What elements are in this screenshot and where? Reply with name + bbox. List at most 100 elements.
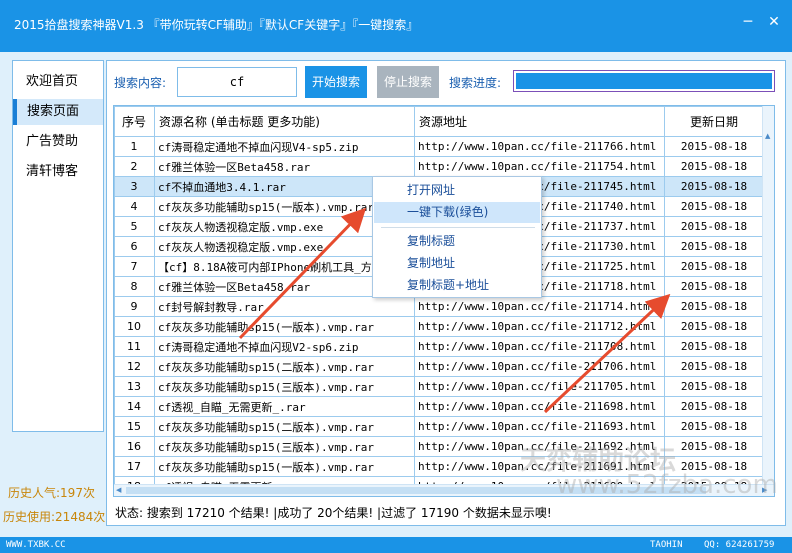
scroll-up-icon[interactable]: ▲ — [765, 132, 770, 140]
popularity-counter: 历史人气:197次 — [8, 486, 95, 500]
cell-index[interactable]: 14 — [114, 396, 155, 417]
cell-date[interactable]: 2015-08-18 — [664, 256, 765, 277]
sidebar-item-ads[interactable]: 广告赞助 — [13, 129, 103, 155]
cell-date[interactable]: 2015-08-18 — [664, 176, 765, 197]
start-search-button[interactable]: 开始搜索 — [305, 66, 367, 98]
cell-date[interactable]: 2015-08-18 — [664, 276, 765, 297]
table-row[interactable]: 13 cf灰灰多功能辅助sp15(三版本).vmp.rar http://www.1… — [114, 376, 765, 397]
column-header-index[interactable]: 序号 — [114, 106, 155, 137]
results-table: 序号 资源名称 (单击标题 更多功能) 资源地址 更新日期 1 cf涛哥稳定通地不… — [113, 105, 775, 497]
cell-name[interactable]: cf封号解封教导.rar — [154, 296, 415, 317]
close-button[interactable]: ✕ — [764, 12, 784, 32]
table-row[interactable]: 10 cf灰灰多功能辅助sp15(一版本).vmp.rar http://www.1… — [114, 316, 765, 337]
cell-name[interactable]: cf灰灰多功能辅助sp15(一版本).vmp.rar — [154, 316, 415, 337]
cell-index[interactable]: 6 — [114, 236, 155, 257]
menu-item-copy-url[interactable]: 复制地址 — [374, 253, 540, 274]
column-header-date[interactable]: 更新日期 — [664, 106, 765, 137]
cell-date[interactable]: 2015-08-18 — [664, 436, 765, 457]
search-label: 搜索内容: — [114, 76, 167, 90]
column-header-url[interactable]: 资源地址 — [414, 106, 665, 137]
sidebar: 欢迎首页 搜索页面 广告赞助 清轩博客 — [12, 60, 104, 432]
cell-date[interactable]: 2015-08-18 — [664, 136, 765, 157]
cell-name[interactable]: cf灰灰多功能辅助sp15(二版本).vmp.rar — [154, 356, 415, 377]
cell-index[interactable]: 12 — [114, 356, 155, 377]
cell-index[interactable]: 17 — [114, 456, 155, 477]
table-row[interactable]: 2 cf雅兰体验一区Beta458.rar http://www.10pan.cc/… — [114, 156, 765, 177]
cell-date[interactable]: 2015-08-18 — [664, 396, 765, 417]
cell-url[interactable]: http://www.10pan.cc/file-211693.html — [414, 416, 665, 437]
cell-date[interactable]: 2015-08-18 — [664, 196, 765, 217]
menu-item-copy-title-and-url[interactable]: 复制标题+地址 — [374, 275, 540, 296]
cell-name[interactable]: cf涛哥稳定通地不掉血闪现V2-sp6.zip — [154, 336, 415, 357]
cell-index[interactable]: 1 — [114, 136, 155, 157]
menu-item-copy-title[interactable]: 复制标题 — [374, 231, 540, 252]
search-input[interactable] — [177, 67, 297, 97]
cell-index[interactable]: 13 — [114, 376, 155, 397]
window-title: 2015拾盘搜索神器V1.3 『带你玩转CF辅助』『默认CF关键字』『一键搜索』 — [14, 18, 419, 32]
progress-fill — [516, 73, 772, 89]
cell-index[interactable]: 5 — [114, 216, 155, 237]
cell-url[interactable]: http://www.10pan.cc/file-211712.html — [414, 316, 665, 337]
cell-index[interactable]: 4 — [114, 196, 155, 217]
sidebar-item-home[interactable]: 欢迎首页 — [13, 69, 103, 95]
cell-index[interactable]: 10 — [114, 316, 155, 337]
table-row[interactable]: 9 cf封号解封教导.rar http://www.10pan.cc/file-21… — [114, 296, 765, 317]
cell-date[interactable]: 2015-08-18 — [664, 356, 765, 377]
footer-bar: WWW.TXBK.CC TAOHIN QQ: 624261759 — [0, 537, 792, 553]
cell-name[interactable]: cf透视_自瞄_无需更新_.rar — [154, 396, 415, 417]
footer-site: WWW.TXBK.CC — [6, 540, 66, 550]
cell-name[interactable]: cf雅兰体验一区Beta458.rar — [154, 156, 415, 177]
cell-name[interactable]: cf涛哥稳定通地不掉血闪现V4-sp5.zip — [154, 136, 415, 157]
cell-index[interactable]: 2 — [114, 156, 155, 177]
menu-separator — [381, 227, 535, 228]
cell-url[interactable]: http://www.10pan.cc/file-211706.html — [414, 356, 665, 377]
cell-url[interactable]: http://www.10pan.cc/file-211705.html — [414, 376, 665, 397]
cell-name[interactable]: cf灰灰多功能辅助sp15(三版本).vmp.rar — [154, 376, 415, 397]
cell-index[interactable]: 11 — [114, 336, 155, 357]
cell-date[interactable]: 2015-08-18 — [664, 336, 765, 357]
minimize-button[interactable]: ─ — [738, 12, 758, 32]
footer-qq: QQ: 624261759 — [704, 540, 775, 550]
cell-url[interactable]: http://www.10pan.cc/file-211714.html — [414, 296, 665, 317]
sidebar-item-search[interactable]: 搜索页面 — [13, 99, 103, 125]
table-row[interactable]: 15 cf灰灰多功能辅助sp15(二版本).vmp.rar http://www.1… — [114, 416, 765, 437]
cell-url[interactable]: http://www.10pan.cc/file-211708.html — [414, 336, 665, 357]
cell-index[interactable]: 7 — [114, 256, 155, 277]
table-row[interactable]: 1 cf涛哥稳定通地不掉血闪现V4-sp5.zip http://www.10pan… — [114, 136, 765, 157]
cell-name[interactable]: cf灰灰多功能辅助sp15(三版本).vmp.rar — [154, 436, 415, 457]
cell-index[interactable]: 16 — [114, 436, 155, 457]
cell-name[interactable]: cf灰灰多功能辅助sp15(二版本).vmp.rar — [154, 416, 415, 437]
cell-index[interactable]: 8 — [114, 276, 155, 297]
cell-url[interactable]: http://www.10pan.cc/file-211766.html — [414, 136, 665, 157]
menu-item-open-url[interactable]: 打开网址 — [374, 180, 540, 201]
cell-index[interactable]: 9 — [114, 296, 155, 317]
cell-date[interactable]: 2015-08-18 — [664, 376, 765, 397]
column-header-name[interactable]: 资源名称 (单击标题 更多功能) — [154, 106, 415, 137]
cell-index[interactable]: 15 — [114, 416, 155, 437]
cell-url[interactable]: http://www.10pan.cc/file-211698.html — [414, 396, 665, 417]
cell-date[interactable]: 2015-08-18 — [664, 216, 765, 237]
context-menu: 打开网址 一键下载(绿色) 复制标题 复制地址 复制标题+地址 — [372, 176, 542, 298]
table-row[interactable]: 14 cf透视_自瞄_无需更新_.rar http://www.10pan.cc/f… — [114, 396, 765, 417]
watermark-url: www.52fzba.com — [556, 470, 778, 500]
cell-url[interactable]: http://www.10pan.cc/file-211754.html — [414, 156, 665, 177]
cell-date[interactable]: 2015-08-18 — [664, 316, 765, 337]
cell-date[interactable]: 2015-08-18 — [664, 156, 765, 177]
stop-search-button[interactable]: 停止搜索 — [377, 66, 439, 98]
sidebar-item-blog[interactable]: 清轩博客 — [13, 159, 103, 185]
footer-author: TAOHIN — [650, 540, 683, 550]
menu-item-one-click-download[interactable]: 一键下载(绿色) — [374, 202, 540, 223]
table-row[interactable]: 12 cf灰灰多功能辅助sp15(二版本).vmp.rar http://www.1… — [114, 356, 765, 377]
table-row[interactable]: 11 cf涛哥稳定通地不掉血闪现V2-sp6.zip http://www.10pa… — [114, 336, 765, 357]
cell-date[interactable]: 2015-08-18 — [664, 236, 765, 257]
cell-date[interactable]: 2015-08-18 — [664, 296, 765, 317]
progress-label: 搜索进度: — [449, 76, 502, 90]
cell-name[interactable]: cf灰灰多功能辅助sp15(一版本).vmp.rar — [154, 456, 415, 477]
search-progress-bar — [513, 70, 775, 92]
scroll-left-icon[interactable]: ◀ — [116, 486, 121, 494]
cell-date[interactable]: 2015-08-18 — [664, 416, 765, 437]
status-bar: 状态: 搜索到 17210 个结果! |成功了 20个结果! |过滤了 1719… — [115, 506, 552, 520]
usage-counter: 历史使用:21484次 — [3, 510, 106, 524]
cell-index[interactable]: 3 — [114, 176, 155, 197]
vertical-scrollbar[interactable]: ▲ — [762, 106, 774, 484]
